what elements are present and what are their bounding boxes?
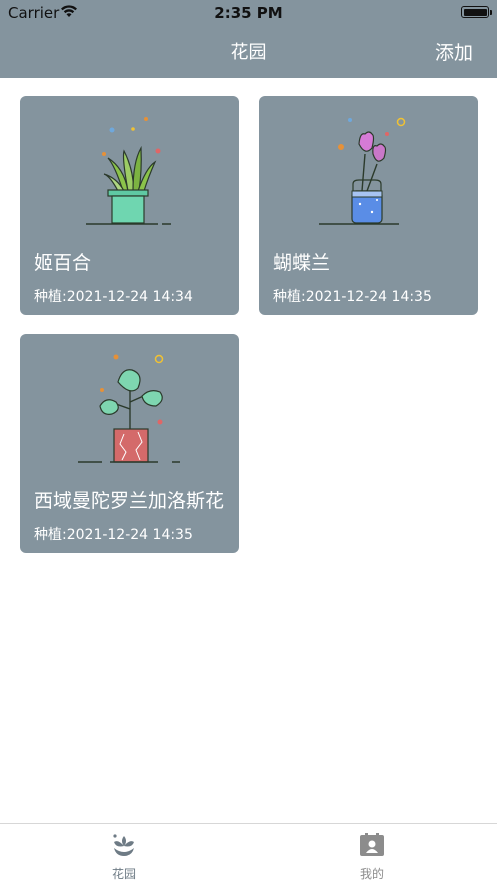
tab-garden[interactable]: 花园: [0, 824, 248, 883]
plant-card[interactable]: 西域曼陀罗兰加洛斯花 种植:2021-12-24 14:35: [20, 334, 239, 553]
tulip-vase-icon: [319, 117, 406, 225]
plant-card[interactable]: 蝴蝶兰 种植:2021-12-24 14:35: [259, 96, 478, 315]
status-time: 2:35 PM: [214, 4, 283, 22]
add-button[interactable]: 添加: [435, 38, 473, 65]
plant-date: 种植:2021-12-24 14:35: [273, 289, 432, 305]
header: Carrier 2:35 PM 花园 添加: [0, 0, 497, 78]
monstera-pot-icon: [78, 354, 180, 463]
tab-label: 花园: [111, 867, 136, 881]
tab-bar: 花园 我的: [0, 823, 497, 883]
tab-label: 我的: [359, 867, 384, 881]
app-root: Carrier 2:35 PM 花园 添加 姬百合 种植:2021-12-24 …: [0, 0, 497, 883]
plant-date: 种植:2021-12-24 14:34: [34, 289, 193, 305]
page-title: 花园: [230, 42, 267, 63]
plant-date: 种植:2021-12-24 14:35: [34, 527, 193, 543]
battery-icon: [461, 6, 492, 18]
flower-icon: [113, 834, 134, 856]
plant-name: 西域曼陀罗兰加洛斯花: [34, 490, 225, 512]
tab-mine[interactable]: 我的: [248, 824, 496, 883]
plant-name: 蝴蝶兰: [273, 252, 331, 274]
plant-card[interactable]: 姬百合 种植:2021-12-24 14:34: [20, 96, 239, 315]
profile-card-icon: [360, 833, 384, 856]
snake-plant-pot-icon: [86, 117, 171, 225]
status-bar: Carrier 2:35 PM: [0, 0, 497, 26]
plant-name: 姬百合: [34, 252, 92, 274]
